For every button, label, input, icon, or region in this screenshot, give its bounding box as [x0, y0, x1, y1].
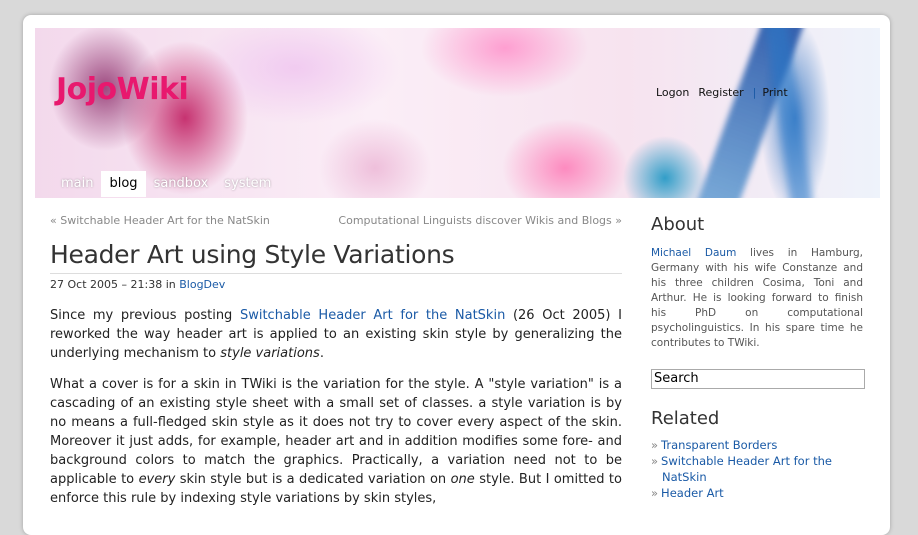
post-meta: 27 Oct 2005 – 21:38 in BlogDev	[50, 278, 225, 291]
paragraph-text: What a cover is for a skin in TWiki is t…	[50, 377, 622, 487]
about-heading: About	[651, 214, 705, 235]
about-text: Michael Daum lives in Hamburg, Germany w…	[651, 246, 863, 351]
list-item: » Switchable Header Art for the NatSkin	[651, 453, 851, 485]
author-link[interactable]: Michael Daum	[651, 247, 736, 259]
paragraph-text: Since my previous posting	[50, 308, 233, 323]
tab-blog[interactable]: blog	[101, 171, 146, 197]
bullet-icon: »	[651, 438, 659, 452]
tab-sandbox[interactable]: sandbox	[146, 171, 217, 197]
top-links-separator: |	[752, 86, 757, 99]
bullet-icon: »	[651, 486, 659, 500]
post-paragraph-1: Since my previous posting Switchable Hea…	[50, 306, 622, 363]
list-item: » Header Art	[651, 485, 851, 501]
related-link-header-art[interactable]: Header Art	[661, 486, 724, 500]
register-link[interactable]: Register	[698, 86, 743, 99]
about-description: lives in Hamburg, Germany with his wife …	[651, 247, 863, 349]
next-post-link[interactable]: Computational Linguists discover Wikis a…	[338, 214, 622, 227]
related-link-transparent-borders[interactable]: Transparent Borders	[661, 438, 777, 452]
header-banner: JojoWiki Logon Register | Print main blog s…	[35, 28, 880, 198]
top-links: Logon Register | Print	[656, 86, 797, 99]
emphasis-text: style variations	[220, 346, 320, 361]
post-title: Header Art using Style Variations	[50, 240, 622, 274]
tab-system[interactable]: system	[216, 171, 279, 197]
paragraph-text: .	[319, 346, 324, 361]
list-item: » Transparent Borders	[651, 437, 851, 453]
paragraph-text: skin style but is a dedicated variation …	[179, 472, 447, 487]
related-list: » Transparent Borders » Switchable Header …	[651, 437, 851, 501]
post-paragraph-2: What a cover is for a skin in TWiki is t…	[50, 375, 622, 508]
emphasis-text: one	[450, 472, 475, 487]
logon-link[interactable]: Logon	[656, 86, 689, 99]
post-body: Since my previous posting Switchable Hea…	[50, 306, 622, 520]
related-heading: Related	[651, 408, 720, 429]
previous-posting-link[interactable]: Switchable Header Art for the NatSkin	[240, 308, 505, 323]
site-title[interactable]: JojoWiki	[56, 72, 189, 107]
previous-post-link[interactable]: « Switchable Header Art for the NatSkin	[50, 214, 270, 227]
main-tabs: main blog sandbox system	[53, 171, 279, 197]
post-category-link[interactable]: BlogDev	[179, 278, 225, 291]
post-date: 27 Oct 2005 – 21:38 in	[50, 278, 176, 291]
related-link-switchable-header-art[interactable]: Switchable Header Art for the NatSkin	[661, 454, 832, 484]
search-input[interactable]	[651, 368, 865, 389]
search-box	[651, 367, 865, 389]
tab-main[interactable]: main	[53, 171, 101, 197]
print-link[interactable]: Print	[762, 86, 787, 99]
emphasis-text: every	[138, 472, 176, 487]
bullet-icon: »	[651, 454, 659, 468]
